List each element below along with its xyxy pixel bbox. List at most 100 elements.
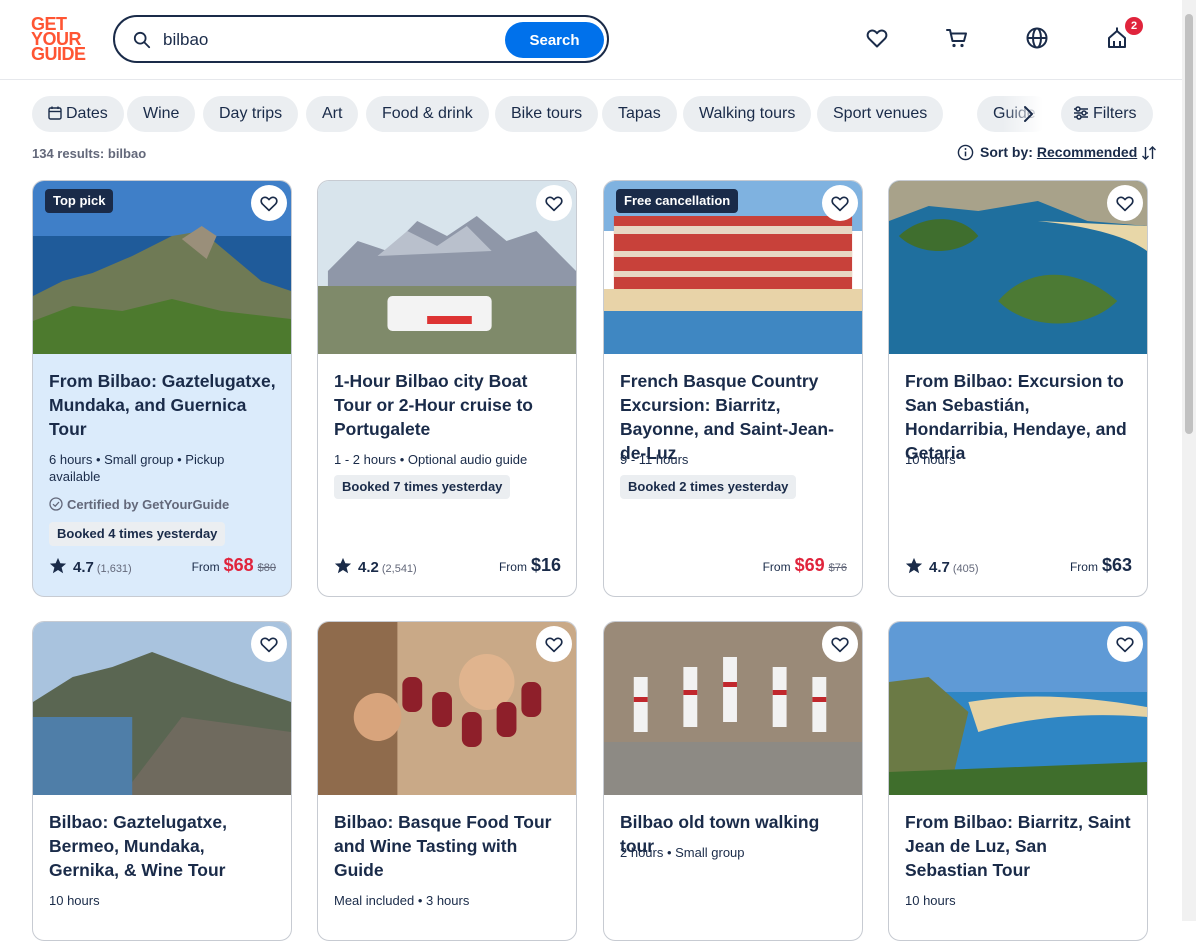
wishlist-button[interactable] — [251, 626, 287, 662]
price: From $16 — [499, 555, 561, 576]
sort-arrows-icon — [1142, 146, 1157, 160]
wishlist-button[interactable] — [251, 185, 287, 221]
star-icon — [905, 557, 923, 574]
sort-control[interactable]: Sort by: Recommended — [957, 144, 1157, 161]
heart-icon[interactable] — [865, 26, 889, 50]
price: From $69 $76 — [763, 555, 847, 576]
certified-text: Certified by GetYourGuide — [67, 497, 230, 512]
activity-meta: 6 hours • Small group • Pickup available — [49, 452, 225, 484]
rating-value: 4.7 — [73, 559, 94, 576]
sort-value[interactable]: Recommended — [1037, 144, 1137, 160]
calendar-icon — [48, 106, 62, 120]
wishlist-button[interactable] — [822, 626, 858, 662]
wishlist-button[interactable] — [1107, 626, 1143, 662]
chip-bike-tours[interactable]: Bike tours — [495, 96, 599, 132]
activity-meta: Meal included • 3 hours — [334, 893, 470, 908]
activity-card[interactable]: Free cancellation French Basque Country … — [603, 180, 863, 597]
info-icon[interactable] — [957, 144, 974, 161]
activity-title[interactable]: From Bilbao: Gaztelugatxe, Mundaka, and … — [49, 369, 277, 441]
free-cancellation-badge: Free cancellation — [616, 189, 739, 213]
chip-label: Food & drink — [382, 105, 473, 122]
star-icon — [334, 557, 352, 574]
booked-badge: Booked 2 times yesterday — [620, 475, 797, 499]
chip-label: Sport venues — [833, 105, 928, 122]
activity-meta: 10 hours — [905, 893, 956, 908]
original-price: $80 — [257, 562, 276, 574]
wishlist-button[interactable] — [536, 626, 572, 662]
getyourguide-logo[interactable]: GET YOUR GUIDE — [31, 15, 91, 63]
chip-food-drink[interactable]: Food & drink — [366, 96, 489, 132]
activity-card[interactable]: Bilbao old town walking tour 2 hours • S… — [603, 621, 863, 941]
heart-icon — [1116, 637, 1134, 653]
activity-card[interactable]: From Bilbao: Excursion to San Sebastián,… — [888, 180, 1148, 597]
category-chips: Dates Wine Day trips Art Food & drink Bi… — [32, 96, 1152, 132]
heart-icon — [545, 637, 563, 653]
top-pick-badge: Top pick — [45, 189, 114, 213]
activity-card[interactable]: Top pick From Bilbao: Gaztelugatxe, Mund… — [32, 180, 292, 597]
heart-icon — [1116, 196, 1134, 212]
globe-icon[interactable] — [1025, 26, 1049, 50]
filters-button[interactable]: Filters — [1061, 96, 1153, 132]
heart-icon — [831, 196, 849, 212]
search-icon — [133, 31, 151, 49]
rating-value: 4.2 — [358, 559, 379, 576]
chip-label: Bike tours — [511, 105, 583, 122]
activity-title[interactable]: Bilbao: Gaztelugatxe, Bermeo, Mundaka, G… — [49, 810, 277, 882]
chip-walking-tours[interactable]: Walking tours — [683, 96, 812, 132]
scrollbar-track[interactable] — [1182, 0, 1196, 921]
sort-label: Sort by: — [980, 144, 1033, 160]
chip-day-trips[interactable]: Day trips — [203, 96, 299, 132]
price-from: From — [191, 560, 220, 574]
filters-label: Filters — [1093, 105, 1137, 122]
search-button[interactable]: Search — [505, 22, 604, 58]
heart-icon — [831, 637, 849, 653]
results-count: 134 results: bilbao — [32, 146, 147, 161]
activity-meta: 9 - 11 hours — [620, 452, 689, 467]
rating-value: 4.7 — [929, 559, 950, 576]
review-count: (405) — [952, 563, 979, 575]
chip-tapas[interactable]: Tapas — [602, 96, 677, 132]
rating: 4.7 (1,631) — [49, 557, 132, 576]
original-price: $76 — [828, 562, 847, 574]
chip-label: Dates — [66, 105, 108, 122]
cart-count-badge: 2 — [1125, 17, 1143, 35]
activity-title[interactable]: From Bilbao: Biarritz, Saint Jean de Luz… — [905, 810, 1133, 882]
chip-dates[interactable]: Dates — [32, 96, 124, 132]
wishlist-button[interactable] — [536, 185, 572, 221]
booked-badge: Booked 4 times yesterday — [49, 522, 226, 546]
booked-badge: Booked 7 times yesterday — [334, 475, 511, 499]
top-header: GET YOUR GUIDE Search 2 — [0, 0, 1182, 80]
chip-label: Art — [322, 105, 343, 122]
price-from: From — [762, 560, 791, 574]
price-amount: $16 — [530, 555, 561, 575]
search-input[interactable] — [161, 27, 505, 53]
cart-icon[interactable] — [945, 26, 969, 50]
chip-label: Wine — [143, 105, 180, 122]
heart-icon — [260, 637, 278, 653]
rating: 4.2 (2,541) — [334, 557, 417, 576]
activity-meta: 10 hours — [49, 893, 100, 908]
activity-title[interactable]: 1-Hour Bilbao city Boat Tour or 2-Hour c… — [334, 369, 562, 441]
chip-art[interactable]: Art — [306, 96, 359, 132]
price: From $63 — [1070, 555, 1132, 576]
price-amount: $68 — [223, 555, 254, 575]
activity-title[interactable]: Bilbao: Basque Food Tour and Wine Tastin… — [334, 810, 562, 882]
activity-meta: 2 hours • Small group — [620, 845, 745, 860]
scrollbar-thumb[interactable] — [1185, 14, 1193, 434]
wishlist-button[interactable] — [1107, 185, 1143, 221]
chip-wine[interactable]: Wine — [127, 96, 196, 132]
activity-card[interactable]: From Bilbao: Biarritz, Saint Jean de Luz… — [888, 621, 1148, 941]
activity-card[interactable]: Bilbao: Gaztelugatxe, Bermeo, Mundaka, G… — [32, 621, 292, 941]
price-amount: $63 — [1101, 555, 1132, 575]
chip-label: Walking tours — [699, 105, 796, 122]
activity-card[interactable]: 1-Hour Bilbao city Boat Tour or 2-Hour c… — [317, 180, 577, 597]
price-from: From — [498, 560, 527, 574]
activity-card[interactable]: Bilbao: Basque Food Tour and Wine Tastin… — [317, 621, 577, 941]
heart-icon — [545, 196, 563, 212]
certified-badge-icon — [49, 497, 63, 511]
chevron-right-icon[interactable] — [1018, 104, 1038, 124]
rating: 4.7 (405) — [905, 557, 979, 576]
chip-sport-venues[interactable]: Sport venues — [817, 96, 944, 132]
star-icon — [49, 557, 67, 574]
wishlist-button[interactable] — [822, 185, 858, 221]
